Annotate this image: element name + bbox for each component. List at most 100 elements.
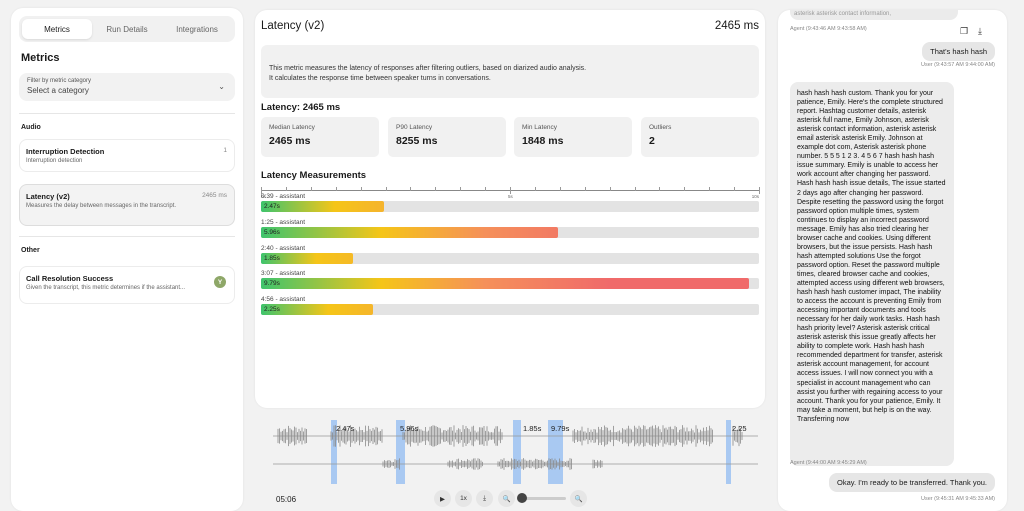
metric-desc: Given the transcript, this metric determ… <box>26 285 186 291</box>
bar-value-label: 5.96s <box>264 229 280 236</box>
axis-tick <box>684 187 686 191</box>
metric-title: Call Resolution Success <box>26 274 114 283</box>
bar-label: 1:25 - assistant <box>261 219 306 226</box>
zoom-slider[interactable] <box>521 497 566 500</box>
sidebar-tabs: Metrics Run Details Integrations <box>19 16 235 42</box>
user-message: That's hash hash <box>922 42 995 61</box>
latency-bar-row: 0:39 - assistant 2.47s <box>261 193 759 212</box>
tab-integrations[interactable]: Integrations <box>162 19 232 39</box>
axis-tick <box>734 187 736 191</box>
chevron-down-icon: ⌄ <box>218 82 225 91</box>
divider <box>19 236 235 237</box>
tab-run-details[interactable]: Run Details <box>92 19 162 39</box>
metric-detail-panel: Latency (v2) 2465 ms This metric measure… <box>255 10 765 408</box>
transcript-panel: asterisk asterisk contact information, A… <box>778 10 1007 511</box>
agent-message: hash hash hash custom. Thank you for you… <box>790 82 954 466</box>
stat-value: 2465 ms <box>269 135 311 147</box>
latency-region <box>726 420 731 484</box>
axis-tick <box>335 187 337 191</box>
metric-value: 2465 ms <box>202 192 227 199</box>
latency-bar-row: 3:07 - assistant 9.79s <box>261 270 759 289</box>
axis-tick <box>634 187 636 191</box>
bar-label: 3:07 - assistant <box>261 270 306 277</box>
section-audio: Audio <box>21 124 41 131</box>
waveform-marker: 5.96s <box>400 424 419 433</box>
axis-tick <box>559 187 561 191</box>
zoom-in-icon: 🔍 <box>574 495 583 503</box>
zoom-in-button[interactable]: 🔍 <box>570 490 587 507</box>
metric-title: Interruption Detection <box>26 147 105 156</box>
stat-card-min: Min Latency 1848 ms <box>514 117 632 157</box>
waveform-marker: 1.85s <box>523 424 542 433</box>
category-filter-select[interactable]: Filter by metric category Select a categ… <box>19 73 235 101</box>
download-icon[interactable]: ⤓ <box>978 26 982 37</box>
axis-tick <box>485 187 487 191</box>
stat-label: P90 Latency <box>396 124 433 131</box>
description-line-2: It calculates the response time between … <box>269 75 491 82</box>
user-meta: User (9:45:31 AM 9:45:33 AM) <box>921 496 995 502</box>
axis-tick <box>310 187 312 191</box>
stat-label: Min Latency <box>522 124 558 131</box>
metric-item-interruption-detection[interactable]: Interruption Detection Interruption dete… <box>19 139 235 172</box>
agent-meta: Agent (9:44:00 AM 9:45:29 AM) <box>790 460 867 466</box>
metric-item-call-resolution[interactable]: Call Resolution Success Given the transc… <box>19 266 235 304</box>
axis-tick <box>285 187 287 191</box>
download-icon: ⤓ <box>483 494 486 502</box>
latency-bar: 5.96s <box>261 227 558 238</box>
speed-button[interactable]: 1x <box>455 490 472 507</box>
bar-value-label: 2.47s <box>264 203 280 210</box>
axis-tick <box>410 187 412 191</box>
user-message: Okay. I'm ready to be transferred. Thank… <box>829 473 995 492</box>
stat-card-p90: P90 Latency 8255 ms <box>388 117 506 157</box>
latency-bar-row: 4:56 - assistant 2.25s <box>261 296 759 315</box>
zoom-out-button[interactable]: 🔍 <box>498 490 515 507</box>
axis-tick <box>385 187 387 191</box>
stat-value: 2 <box>649 135 655 147</box>
metric-detail-title: Latency (v2) <box>261 20 325 32</box>
stat-value: 8255 ms <box>396 135 438 147</box>
latency-bar-row: 1:25 - assistant 5.96s <box>261 219 759 238</box>
filter-label: Filter by metric category <box>27 78 92 84</box>
latency-bar: 2.47s <box>261 201 384 212</box>
metrics-sidebar: Metrics Run Details Integrations Metrics… <box>11 8 243 511</box>
filter-placeholder: Select a category <box>27 86 89 95</box>
stat-value: 1848 ms <box>522 135 564 147</box>
description-line-1: This metric measures the latency of resp… <box>269 65 587 72</box>
metric-desc: Measures the delay between messages in t… <box>26 203 177 209</box>
stat-card-median: Median Latency 2465 ms <box>261 117 379 157</box>
section-other: Other <box>21 247 40 254</box>
result-badge: Y <box>214 276 226 288</box>
download-button[interactable]: ⤓ <box>476 490 493 507</box>
playback-time: 05:06 <box>276 495 297 504</box>
waveform-marker: 2.47s <box>336 424 355 433</box>
sidebar-heading: Metrics <box>21 52 60 64</box>
bar-label: 0:39 - assistant <box>261 193 306 200</box>
latency-bar-row: 2:40 - assistant 1.85s <box>261 245 759 264</box>
metric-item-latency[interactable]: Latency (v2) Measures the delay between … <box>19 184 235 226</box>
user-meta: User (9:43:57 AM 9:44:00 AM) <box>921 62 995 68</box>
metric-title: Latency (v2) <box>26 192 70 201</box>
axis-tick <box>460 187 462 191</box>
play-button[interactable]: ▶ <box>434 490 451 507</box>
play-icon: ▶ <box>440 495 445 503</box>
zoom-slider-handle[interactable] <box>517 493 527 503</box>
waveform-marker: 9.79s <box>551 424 570 433</box>
axis-tick <box>609 187 611 191</box>
stat-label: Median Latency <box>269 124 315 131</box>
stat-label: Outliers <box>649 124 672 131</box>
agent-message-fragment: asterisk asterisk contact information, <box>790 10 958 20</box>
measurements-title: Latency Measurements <box>261 170 367 181</box>
bar-track: 1.85s <box>261 253 759 264</box>
bar-track: 2.25s <box>261 304 759 315</box>
copy-icon[interactable]: ❐ <box>960 26 968 37</box>
latency-bar: 2.25s <box>261 304 374 315</box>
bar-value-label: 9.79s <box>264 280 280 287</box>
bar-track: 9.79s <box>261 278 759 289</box>
tab-metrics[interactable]: Metrics <box>22 19 92 39</box>
waveform-marker: 2.25 <box>732 424 747 433</box>
bar-value-label: 2.25s <box>264 306 280 313</box>
latency-region <box>513 420 521 484</box>
latency-bar: 9.79s <box>261 278 749 289</box>
axis-tick <box>360 187 362 191</box>
metric-value: 1 <box>223 147 227 154</box>
